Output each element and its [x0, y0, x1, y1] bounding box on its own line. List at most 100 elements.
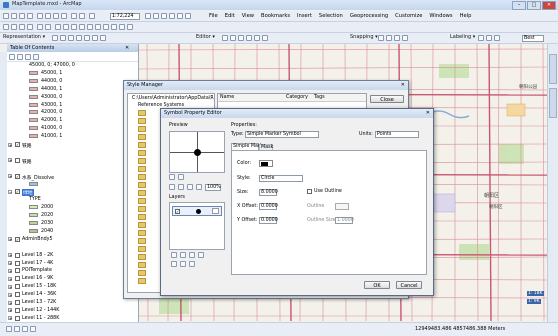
- time-slider-icon[interactable]: [119, 24, 125, 30]
- menu-insert[interactable]: Insert: [297, 13, 312, 19]
- menu-file[interactable]: File: [209, 13, 218, 19]
- spe-close-icon[interactable]: ✕: [426, 110, 430, 116]
- attributes-icon[interactable]: [262, 35, 268, 41]
- use-outline-checkbox[interactable]: [307, 189, 312, 194]
- expand-icon[interactable]: +: [8, 308, 12, 313]
- select-features-icon[interactable]: [55, 24, 61, 30]
- symbol-layer-row[interactable]: ✓: [172, 206, 222, 216]
- color-picker[interactable]: [259, 160, 273, 167]
- create-viewer-icon[interactable]: [127, 24, 133, 30]
- rotate-icon[interactable]: [254, 35, 260, 41]
- outline-size-input[interactable]: 1.0000: [335, 217, 354, 224]
- style-manager-close-button[interactable]: Close: [370, 95, 404, 103]
- collapse-icon[interactable]: −: [8, 189, 12, 194]
- list-by-visibility-icon[interactable]: [25, 54, 31, 60]
- expand-icon[interactable]: +: [8, 292, 12, 297]
- data-view-icon[interactable]: [6, 326, 12, 332]
- full-extent-icon[interactable]: [27, 24, 33, 30]
- expand-icon[interactable]: +: [8, 276, 12, 281]
- layer-lock-icon[interactable]: [212, 208, 219, 214]
- layout-view-icon[interactable]: [14, 326, 20, 332]
- delete-icon[interactable]: [61, 13, 67, 19]
- snap-edge-icon[interactable]: [402, 35, 408, 41]
- layer-visibility-checkbox[interactable]: [15, 284, 20, 290]
- label-manager-icon[interactable]: [478, 35, 484, 41]
- layer-visibility-checkbox[interactable]: ✓: [15, 173, 20, 179]
- style-folder-icon[interactable]: [138, 238, 146, 244]
- tab-simple-marker[interactable]: Simple Marker: [231, 143, 268, 150]
- next-extent-icon[interactable]: [45, 24, 51, 30]
- hyperlink-icon[interactable]: [103, 24, 109, 30]
- menu-view[interactable]: View: [242, 13, 254, 19]
- style-folder-icon[interactable]: [138, 206, 146, 212]
- style-folder-icon[interactable]: [138, 158, 146, 164]
- zoom-preview-icon[interactable]: [169, 174, 175, 180]
- col-category[interactable]: Category: [286, 95, 308, 100]
- crosshair-icon[interactable]: [178, 174, 184, 180]
- expand-icon[interactable]: +: [8, 268, 12, 273]
- grid-icon[interactable]: [178, 184, 184, 190]
- find-icon[interactable]: [87, 24, 93, 30]
- style-folder-icon[interactable]: [138, 222, 146, 228]
- previous-extent-icon[interactable]: [37, 24, 43, 30]
- menu-windows[interactable]: Windows: [429, 13, 452, 19]
- labeling-dropdown[interactable]: Labeling ▾: [450, 34, 475, 40]
- expand-icon[interactable]: +: [8, 284, 12, 289]
- layer-visibility-checkbox[interactable]: [15, 300, 20, 305]
- menu-geoprocessing[interactable]: Geoprocessing: [350, 13, 388, 19]
- layer-visibility-checkbox[interactable]: [15, 157, 20, 163]
- snap-point-icon[interactable]: [378, 35, 384, 41]
- zoom-out-preview-icon[interactable]: [196, 184, 202, 190]
- label-priority-icon[interactable]: [486, 35, 492, 41]
- menu-bookmarks[interactable]: Bookmarks: [261, 13, 290, 19]
- style-folder-icon[interactable]: [138, 246, 146, 252]
- python-icon[interactable]: [185, 13, 191, 19]
- label-weight-icon[interactable]: [494, 35, 500, 41]
- rep-tool-icon[interactable]: [52, 35, 58, 41]
- style-folder-icon[interactable]: [138, 110, 146, 116]
- expand-icon[interactable]: +: [8, 142, 12, 147]
- list-by-source-icon[interactable]: [17, 54, 23, 60]
- menu-help[interactable]: Help: [460, 13, 472, 19]
- menu-customize[interactable]: Customize: [395, 13, 422, 19]
- expand-icon[interactable]: +: [8, 253, 12, 258]
- style-folder-icon[interactable]: [138, 198, 146, 204]
- open-icon[interactable]: [11, 13, 17, 19]
- layer-visibility-checkbox[interactable]: ✓: [15, 236, 20, 242]
- scale-input[interactable]: 1:72,224: [110, 13, 140, 20]
- style-folder-icon[interactable]: [138, 190, 146, 196]
- fit-icon[interactable]: [169, 184, 175, 190]
- undo-icon[interactable]: [71, 13, 77, 19]
- style-folder-icon[interactable]: [138, 174, 146, 180]
- move-up-icon[interactable]: [189, 252, 195, 258]
- snap-vertex-icon[interactable]: [394, 35, 400, 41]
- vertex-icon[interactable]: [238, 35, 244, 41]
- menu-selection[interactable]: Selection: [319, 13, 343, 19]
- snapping-dropdown[interactable]: Snapping ▾: [350, 34, 378, 40]
- close-button[interactable]: ✕: [542, 1, 556, 10]
- arctoolbox-icon[interactable]: [177, 13, 183, 19]
- add-layer-icon[interactable]: [171, 252, 177, 258]
- expand-icon[interactable]: +: [8, 174, 12, 179]
- label-quality-dropdown[interactable]: Best: [522, 35, 544, 42]
- rep-tool6-icon[interactable]: [92, 35, 98, 41]
- rep-tool4-icon[interactable]: [76, 35, 82, 41]
- layer-visibility-checkbox[interactable]: [15, 307, 20, 313]
- refresh-icon[interactable]: [22, 326, 28, 332]
- catalog-tab[interactable]: [549, 54, 557, 84]
- layer-visibility-checkbox[interactable]: ✓: [15, 142, 20, 147]
- style-folder-icon[interactable]: [138, 254, 146, 260]
- rep-tool3-icon[interactable]: [68, 35, 74, 41]
- new-icon[interactable]: [3, 13, 9, 19]
- rep-tool7-icon[interactable]: [100, 35, 106, 41]
- toc-icon[interactable]: [153, 13, 159, 19]
- list-by-selection-icon[interactable]: [33, 54, 39, 60]
- expand-icon[interactable]: +: [8, 261, 12, 266]
- layer-visibility-checkbox[interactable]: [15, 315, 20, 321]
- zoom-in-icon[interactable]: [3, 24, 9, 30]
- pan-icon[interactable]: [19, 24, 25, 30]
- rep-tool2-icon[interactable]: [60, 35, 66, 41]
- size-input[interactable]: 8.0000: [259, 189, 278, 196]
- search-tab[interactable]: [549, 88, 557, 118]
- style-folder-icon[interactable]: [138, 166, 146, 172]
